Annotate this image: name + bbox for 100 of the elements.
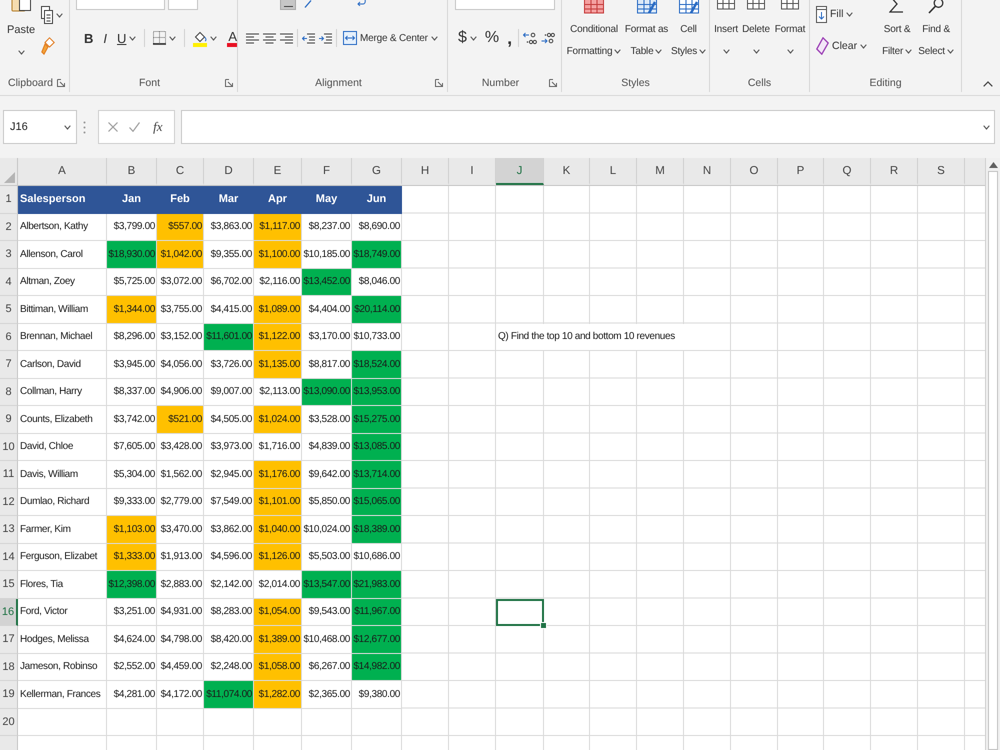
chevron-up-icon[interactable] (983, 81, 993, 87)
sales-amount: $1,042.00 (157, 241, 204, 268)
align-center-icon[interactable] (263, 32, 276, 44)
selected-cell-outline[interactable] (496, 598, 544, 626)
caret-icon (752, 49, 760, 54)
close-icon[interactable] (108, 122, 118, 132)
row-header[interactable]: 10 (0, 434, 18, 461)
sales-amount: $1,089.00 (254, 296, 302, 324)
row-header[interactable]: 8 (0, 378, 18, 406)
caret-icon (846, 12, 854, 16)
ribbon-button[interactable]: Conditional Formatting (565, 0, 623, 63)
sales-amount: $13,714.00 (352, 461, 402, 488)
caret-icon (946, 48, 954, 54)
font-size-field[interactable] (168, 0, 198, 10)
group-label: Editing (868, 76, 903, 88)
row-header[interactable]: 4 (0, 268, 18, 296)
sales-amount: $14,982.00 (352, 654, 402, 681)
orientation-icon[interactable] (304, 0, 312, 8)
row-header[interactable]: 14 (0, 544, 18, 571)
ribbon-button[interactable]: Delete (740, 0, 772, 54)
sales-amount: $11,074.00 (204, 681, 254, 708)
fill-handle[interactable] (540, 622, 547, 629)
row-header[interactable]: 12 (0, 488, 18, 516)
indent-icon[interactable] (319, 32, 332, 44)
ribbon-button[interactable]: Find & Select (915, 0, 958, 63)
ribbon-button[interactable]: Format (772, 0, 808, 54)
dialog-launcher-icon[interactable] (225, 78, 233, 86)
group-label: Clipboard (7, 76, 54, 88)
insert-function-button[interactable]: fx (151, 119, 165, 135)
align-left-icon[interactable] (246, 32, 259, 44)
sales-amount: $13,085.00 (352, 434, 402, 461)
comma-style-button[interactable]: , (505, 27, 514, 49)
caret-icon (722, 49, 730, 54)
row-header[interactable]: 2 (0, 214, 18, 241)
table-heading: Feb (157, 186, 204, 214)
middle-align-button[interactable] (280, 0, 296, 10)
clear-button[interactable]: Clear (816, 36, 868, 56)
dialog-launcher-icon[interactable] (435, 78, 443, 86)
ribbon-button[interactable]: Cell Styles (670, 0, 707, 63)
ribbon-button[interactable]: Format as Table (623, 0, 670, 63)
group-label: Alignment (314, 76, 363, 88)
sales-amount: $20,114.00 (352, 296, 402, 324)
copy-button[interactable] (41, 5, 63, 25)
dialog-launcher-icon[interactable] (549, 78, 557, 86)
caret-icon (18, 50, 25, 54)
dialog-launcher-icon[interactable] (57, 78, 65, 86)
sales-amount: $15,275.00 (352, 406, 402, 434)
caret-icon (786, 49, 794, 54)
italic-button[interactable]: I (101, 27, 110, 49)
merge-center-button[interactable]: Merge & Center (341, 27, 440, 49)
caret-icon (210, 36, 218, 40)
fill-button[interactable]: Fill (816, 4, 854, 24)
caret-icon (169, 36, 176, 40)
grip-dots-icon (83, 120, 86, 134)
scroll-up-icon[interactable] (988, 162, 998, 168)
percent-button[interactable]: % (482, 27, 502, 49)
row-header[interactable]: 16 (0, 598, 18, 626)
column-header[interactable]: J (496, 158, 544, 185)
sales-amount: $1,282.00 (254, 681, 302, 708)
bold-button[interactable]: B (82, 27, 96, 49)
caret-icon (470, 36, 477, 40)
arrow-left-icon[interactable] (523, 31, 538, 45)
sales-amount: $521.00 (157, 406, 204, 434)
number-format-field[interactable] (455, 0, 555, 10)
sales-amount: $13,452.00 (302, 268, 352, 296)
group-label: Number (480, 76, 520, 88)
caret-icon[interactable] (983, 124, 990, 130)
paste-button[interactable]: Paste (7, 0, 35, 57)
arrow-right-icon[interactable] (541, 31, 556, 45)
ribbon-button[interactable]: Sort & Filter (879, 0, 916, 63)
sales-amount: $1,101.00 (254, 488, 302, 516)
table-heading: Apr (254, 186, 302, 214)
row-header[interactable]: 6 (0, 324, 18, 351)
ribbon-button[interactable]: Insert (712, 0, 740, 54)
formula-input[interactable] (181, 110, 995, 144)
sales-amount: $18,930.00 (107, 241, 157, 268)
paint-bucket-icon (193, 30, 208, 46)
font-color-button[interactable]: A (225, 27, 237, 49)
sales-amount: $13,090.00 (302, 378, 352, 406)
outdent-icon[interactable] (302, 32, 315, 44)
sales-amount: $13,953.00 (352, 378, 402, 406)
caret-icon (860, 44, 868, 48)
scrollbar-thumb[interactable] (988, 171, 998, 750)
sales-amount: $1,024.00 (254, 406, 302, 434)
sales-amount: $12,677.00 (352, 626, 402, 654)
sales-amount: $18,524.00 (352, 351, 402, 378)
name-box[interactable]: J16 (3, 110, 77, 144)
row-header[interactable]: 18 (0, 654, 18, 681)
sales-amount: $1,135.00 (254, 351, 302, 378)
check-icon[interactable] (129, 122, 140, 132)
table-heading: Jan (107, 186, 157, 214)
row-header[interactable]: 20 (0, 708, 18, 736)
caret-icon (905, 48, 912, 54)
underline-button[interactable]: U (115, 27, 138, 49)
align-right-icon[interactable] (280, 32, 293, 44)
group-label: Font (138, 76, 161, 88)
sales-amount: $1,054.00 (254, 598, 302, 626)
font-name-field[interactable] (76, 0, 165, 10)
paintbrush-icon[interactable] (41, 37, 55, 55)
currency-button[interactable]: $ (456, 27, 479, 49)
